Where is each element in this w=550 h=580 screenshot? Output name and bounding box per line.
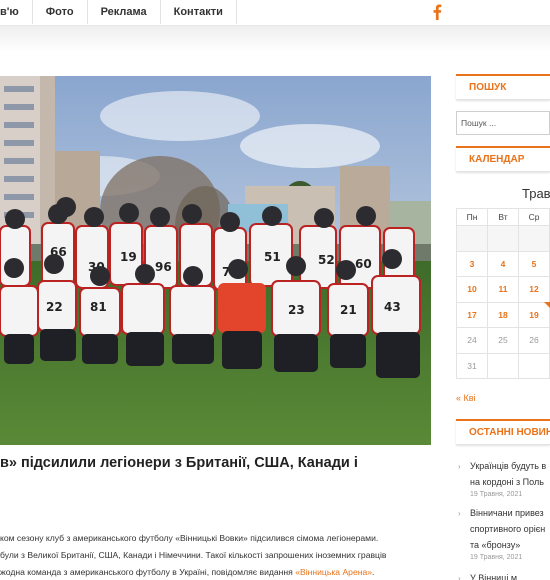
article-line: жодна команда з американського футболу в… bbox=[0, 564, 430, 580]
menu-item-ads[interactable]: Реклама bbox=[88, 0, 161, 24]
chevron-right-icon: › bbox=[458, 509, 461, 518]
news-title[interactable]: та «бронзу» bbox=[458, 537, 550, 553]
news-date: 19 Травня, 2021 bbox=[470, 491, 523, 498]
calendar-table: Пн Вт Ср 3 4 5 10 11 12 17 18 19 24 25 2… bbox=[456, 208, 550, 379]
news-list-item[interactable]: › Вінничани привез спортивного орієн та … bbox=[458, 505, 550, 563]
svg-text:81: 81 bbox=[90, 300, 107, 314]
calendar-day-link[interactable]: 3 bbox=[456, 250, 488, 277]
calendar-day-link[interactable]: 18 bbox=[487, 301, 519, 328]
chevron-right-icon: › bbox=[458, 574, 461, 580]
calendar-day bbox=[487, 352, 519, 379]
svg-text:43: 43 bbox=[384, 300, 401, 314]
news-title[interactable]: на кордоні з Поль bbox=[458, 474, 550, 490]
article-line: були з Великої Британії, США, Канади і Н… bbox=[0, 550, 387, 560]
svg-text:21: 21 bbox=[340, 303, 357, 317]
news-list-item[interactable]: › Українців будуть в на кордоні з Поль 1… bbox=[458, 458, 550, 500]
svg-text:19: 19 bbox=[120, 250, 137, 264]
calendar-day bbox=[518, 352, 550, 379]
article-line: ком сезону клуб з американського футболу… bbox=[0, 533, 379, 543]
svg-text:52: 52 bbox=[318, 253, 335, 267]
svg-text:51: 51 bbox=[264, 250, 281, 264]
calendar-prev-month-link[interactable]: « Кві bbox=[456, 393, 476, 403]
calendar-day bbox=[487, 225, 519, 252]
calendar-day-link[interactable]: 5 bbox=[518, 250, 550, 277]
weekday-label: Ср bbox=[518, 208, 550, 226]
calendar-widget-title: КАЛЕНДАР bbox=[456, 146, 550, 172]
news-list-item[interactable]: › У Вінниці м bbox=[458, 570, 550, 580]
weekday-label: Пн bbox=[456, 208, 488, 226]
svg-text:60: 60 bbox=[355, 257, 372, 271]
weekday-label: Вт bbox=[487, 208, 519, 226]
calendar-day-link[interactable]: 4 bbox=[487, 250, 519, 277]
news-title[interactable]: Українців будуть в bbox=[458, 458, 550, 474]
article-excerpt: ком сезону клуб з американського футболу… bbox=[0, 530, 430, 580]
calendar-day-link[interactable]: 12 bbox=[518, 276, 550, 303]
main-menu: в'ю Фото Реклама Контакти bbox=[0, 0, 237, 24]
calendar-day-link[interactable]: 10 bbox=[456, 276, 488, 303]
top-navigation: в'ю Фото Реклама Контакти bbox=[0, 0, 550, 26]
news-title[interactable]: У Вінниці м bbox=[458, 570, 550, 580]
article-headline[interactable]: в» підсилили легіонери з Британії, США, … bbox=[0, 453, 425, 474]
chevron-right-icon: › bbox=[458, 462, 461, 471]
calendar-day bbox=[518, 225, 550, 252]
news-date: 19 Травня, 2021 bbox=[470, 554, 523, 561]
svg-text:22: 22 bbox=[46, 300, 63, 314]
source-link[interactable]: «Вінницька Арена» bbox=[295, 567, 372, 577]
team-photo: 1866 3019 9678 5152 60 2281 2321 43 bbox=[0, 76, 431, 445]
article-line-end: . bbox=[372, 567, 375, 577]
calendar-day: 31 bbox=[456, 352, 488, 379]
menu-item-photo[interactable]: Фото bbox=[33, 0, 88, 24]
facebook-icon[interactable] bbox=[431, 4, 443, 20]
latest-news-widget-title: ОСТАННІ НОВИНИ bbox=[456, 419, 550, 445]
svg-text:23: 23 bbox=[288, 303, 305, 317]
news-title[interactable]: спортивного орієн bbox=[458, 521, 550, 537]
header-shadow bbox=[0, 26, 550, 52]
calendar-day: 26 bbox=[518, 327, 550, 354]
svg-text:96: 96 bbox=[155, 260, 172, 274]
calendar-day-link[interactable]: 11 bbox=[487, 276, 519, 303]
menu-item-contacts[interactable]: Контакти bbox=[161, 0, 237, 24]
search-widget-title: ПОШУК bbox=[456, 74, 550, 100]
calendar-day: 25 bbox=[487, 327, 519, 354]
news-title[interactable]: Вінничани привез bbox=[458, 505, 550, 521]
calendar-month: Трав bbox=[522, 186, 550, 201]
calendar-day-link[interactable]: 19 bbox=[518, 301, 550, 328]
article-line-text: жодна команда з американського футболу в… bbox=[0, 567, 296, 577]
menu-item-interview[interactable]: в'ю bbox=[0, 0, 33, 24]
calendar-day: 24 bbox=[456, 327, 488, 354]
calendar-day bbox=[456, 225, 488, 252]
calendar-day-link[interactable]: 17 bbox=[456, 301, 488, 328]
search-input[interactable]: Пошук ... bbox=[456, 111, 550, 135]
